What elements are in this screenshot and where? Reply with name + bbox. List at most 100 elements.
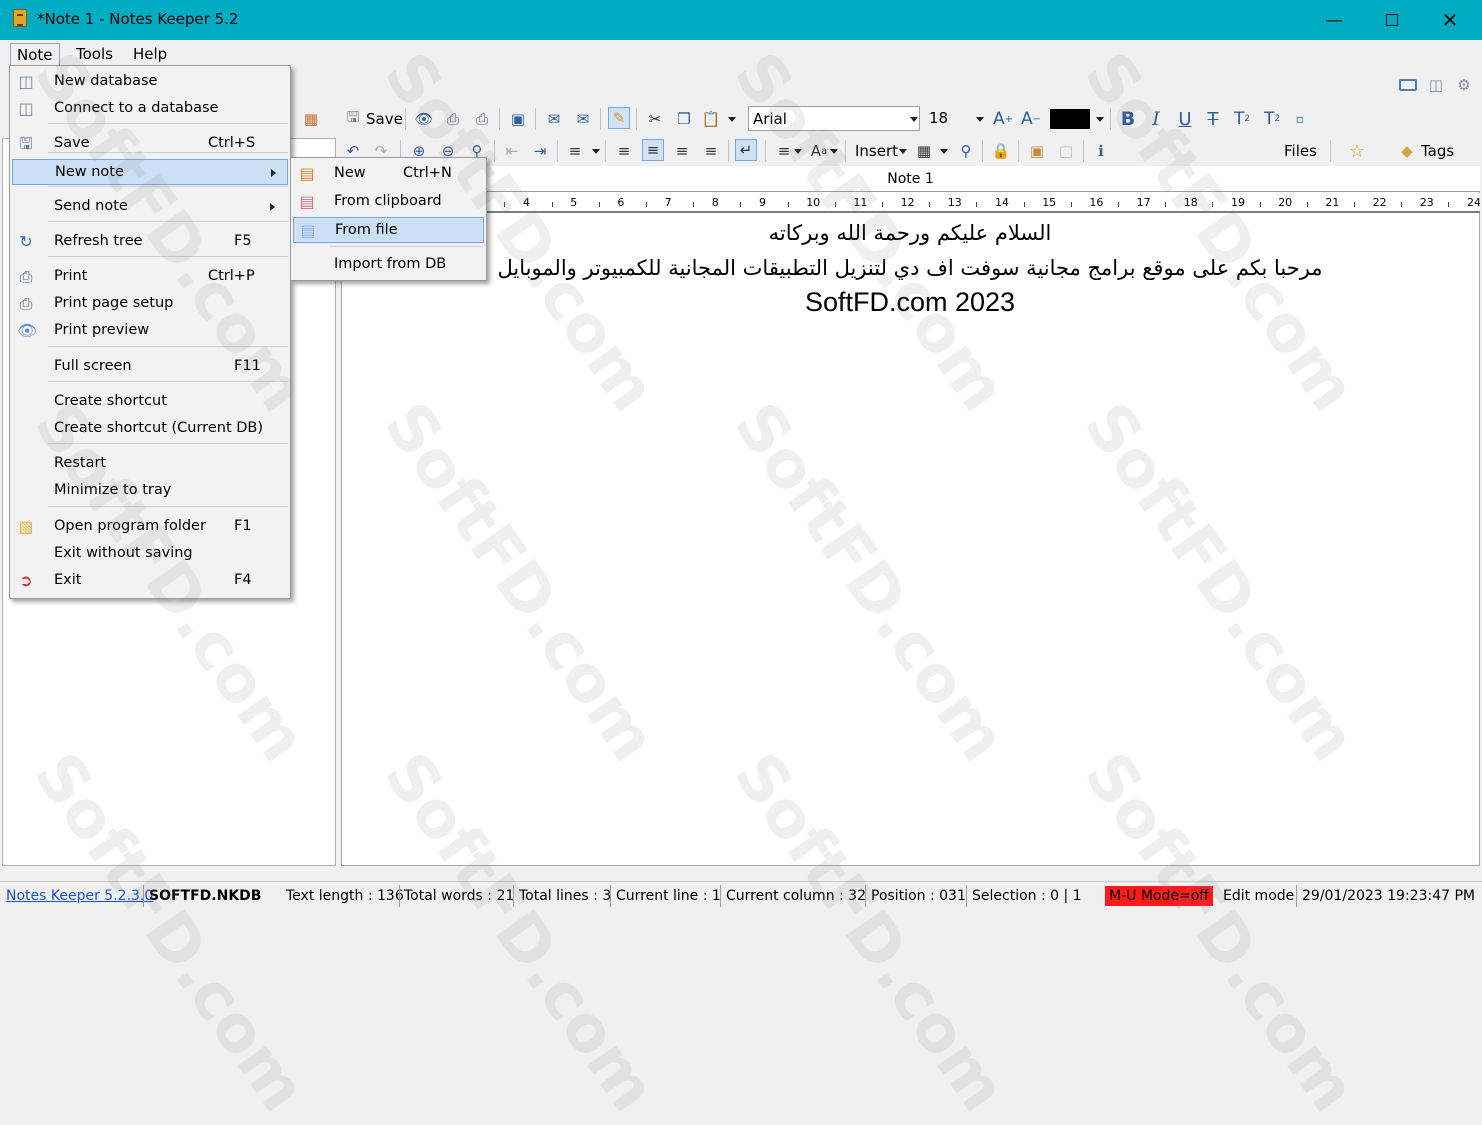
new-note-submenu-item-new[interactable]: ▤ New Ctrl+N <box>293 161 484 187</box>
note-menu-item-minimize-to-tray[interactable]: Minimize to tray <box>12 478 288 504</box>
note-menu-item-full-screen[interactable]: Full screen F11 <box>12 354 288 380</box>
document-icon[interactable]: □ <box>1055 140 1077 162</box>
shrink-font-icon[interactable]: A − <box>1020 108 1042 130</box>
note-menu-item-shortcut: F4 <box>234 572 252 588</box>
note-menu-item-shortcut: F1 <box>234 518 252 534</box>
note-menu-item-send-note[interactable]: Send note <box>12 194 288 220</box>
line-spacing-icon[interactable]: ≡ <box>773 140 795 162</box>
cursor-position: Position : 031 <box>871 888 966 904</box>
submenu-arrow-icon <box>270 203 275 211</box>
grow-font-icon[interactable]: A + <box>992 108 1014 130</box>
mu-mode-badge[interactable]: M-U Mode=off <box>1105 886 1213 906</box>
note-menu-item-exit[interactable]: ➲ Exit F4 <box>12 568 288 594</box>
note-menu-item-label: Restart <box>54 455 107 471</box>
indent-icon[interactable]: ⇥ <box>529 140 551 162</box>
save-toolbar-button[interactable]: Save <box>366 110 403 128</box>
ruler-tick <box>1259 202 1261 207</box>
copy-icon[interactable]: ❐ <box>673 108 695 130</box>
bullet-list-icon[interactable]: ≡ <box>564 140 586 162</box>
paste-icon[interactable]: 📋 <box>700 108 722 130</box>
note-menu-item-save[interactable]: 🖫 Save Ctrl+S <box>12 131 288 157</box>
page-setup-icon[interactable]: ⎙ <box>442 108 464 130</box>
note-menu-item-exit-without-saving[interactable]: Exit without saving <box>12 541 288 567</box>
superscript-icon[interactable]: T2 <box>1231 108 1253 130</box>
subscript-icon[interactable]: T2 <box>1261 108 1283 130</box>
ruler-toggle-icon[interactable]: ✎ <box>608 107 630 129</box>
note-menu-item-refresh-tree[interactable]: ↻ Refresh tree F5 <box>12 229 288 255</box>
highlight-icon[interactable]: ▫ <box>1289 108 1311 130</box>
strikethrough-icon[interactable]: T <box>1202 108 1224 130</box>
export-icon[interactable]: ▣ <box>507 108 529 130</box>
outdent-icon[interactable]: ⇤ <box>501 140 523 162</box>
database-icon[interactable]: ◫ <box>1425 74 1447 96</box>
ruler-number: 6 <box>617 196 625 209</box>
note-menu-item-restart[interactable]: Restart <box>12 451 288 477</box>
selection-info: Selection : 0 | 1 <box>972 888 1082 904</box>
align-justify-icon[interactable]: ≡ <box>700 140 722 162</box>
ruler-tick <box>1212 202 1214 207</box>
menu-separator <box>48 152 288 153</box>
layout-icon[interactable] <box>1397 74 1419 96</box>
tags-button[interactable]: Tags <box>1421 142 1454 160</box>
note-menu-item-create-shortcut[interactable]: Create shortcut <box>12 389 288 415</box>
send-mail-icon[interactable]: ✉ <box>543 108 565 130</box>
underline-icon[interactable]: U <box>1174 108 1196 130</box>
ruler-number: 18 <box>1183 196 1198 209</box>
settings-gear-icon[interactable]: ⚙ <box>1453 74 1475 96</box>
ruler-number: 16 <box>1089 196 1104 209</box>
new-note-submenu-item-from-clipboard[interactable]: ▤ From clipboard <box>293 189 484 215</box>
bold-icon[interactable]: B <box>1117 108 1139 130</box>
submenu-item-label: From clipboard <box>334 193 442 209</box>
note-menu: ◫ New database ◫ Connect to a database 🖫 Save… <box>9 65 291 599</box>
new-note-submenu-item-import-from-db[interactable]: Import from DB <box>293 252 484 278</box>
app-version-link[interactable]: Notes Keeper 5.2.3.0 <box>6 888 153 904</box>
files-button[interactable]: Files <box>1284 142 1317 160</box>
mail-icon[interactable]: ✉ <box>572 108 594 130</box>
align-right-icon[interactable]: ≡ <box>671 140 693 162</box>
menu-help[interactable]: Help <box>127 43 173 67</box>
note-menu-item-label: Connect to a database <box>54 100 219 116</box>
editor-line-3: SoftFD.com 2023 <box>804 287 1016 317</box>
note-menu-item-new-database[interactable]: ◫ New database <box>12 69 288 95</box>
menu-separator <box>329 246 481 247</box>
menu-tools[interactable]: Tools <box>70 43 119 67</box>
minimize-button[interactable]: — <box>1305 0 1363 40</box>
menu-note[interactable]: Note <box>10 43 60 67</box>
note-menu-item-shortcut: F5 <box>234 233 252 249</box>
note-menu-item-create-shortcut-current-db[interactable]: Create shortcut (Current DB) <box>12 416 288 442</box>
text-color-swatch[interactable] <box>1050 109 1090 129</box>
note-menu-item-open-program-folder[interactable]: ▧ Open program folder F1 <box>12 514 288 540</box>
new-note-submenu-item-from-file[interactable]: ▤ From file <box>293 217 484 243</box>
info-icon[interactable]: ℹ <box>1090 140 1112 162</box>
ruler-number: 9 <box>759 196 766 209</box>
lock-icon[interactable]: 🔒 <box>990 140 1012 162</box>
print-preview-icon[interactable]: 👁 <box>413 108 435 130</box>
change-case-icon[interactable]: Aa <box>808 140 830 162</box>
font-name-select[interactable]: Arial <box>748 106 920 131</box>
tag-icon[interactable]: ◆ <box>1396 140 1418 162</box>
note-menu-item-new-note[interactable]: New note <box>12 159 288 185</box>
maximize-button[interactable] <box>1363 0 1421 40</box>
calendar-icon[interactable]: ▦ <box>913 140 935 162</box>
word-wrap-icon[interactable]: ↵ <box>735 139 757 161</box>
find-icon[interactable]: ⚲ <box>955 140 977 162</box>
note-menu-item-connect-to-a-database[interactable]: ◫ Connect to a database <box>12 96 288 122</box>
favorite-star-icon[interactable]: ☆ <box>1346 140 1368 162</box>
printer-icon[interactable]: ⎙ <box>471 108 493 130</box>
insert-menu-button[interactable]: Insert <box>855 142 898 160</box>
note-menu-item-print-preview[interactable]: 👁 Print preview <box>12 318 288 344</box>
note-menu-item-print-page-setup[interactable]: ⎙ Print page setup <box>12 291 288 317</box>
italic-icon[interactable]: I <box>1145 108 1167 130</box>
submenu-item-label: New <box>334 165 366 181</box>
close-button[interactable]: ✕ <box>1421 0 1479 40</box>
align-center-icon[interactable]: ≡ <box>642 139 664 161</box>
tree-icon[interactable]: ▦ <box>300 108 322 130</box>
note-tab[interactable]: Note 1 <box>341 166 1480 192</box>
database-name: SOFTFD.NKDB <box>149 888 262 904</box>
save-disk-icon[interactable]: 🖫 <box>342 108 364 130</box>
attach-icon[interactable]: ▣ <box>1026 140 1048 162</box>
submenu-item-label: From file <box>335 222 398 238</box>
note-menu-item-print[interactable]: ⎙ Print Ctrl+P <box>12 264 288 290</box>
cut-icon[interactable]: ✂ <box>644 108 666 130</box>
align-left-icon[interactable]: ≡ <box>613 140 635 162</box>
